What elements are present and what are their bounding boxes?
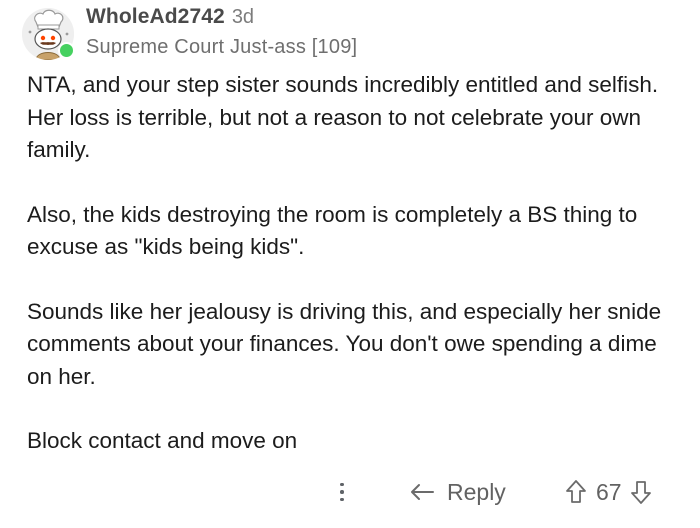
user-flair: Supreme Court Just-ass [109]	[86, 36, 358, 58]
comment-actions: Reply 67	[0, 472, 700, 512]
online-status-dot	[58, 42, 75, 59]
upvote-arrow-icon	[566, 480, 586, 503]
comment-body: NTA, and your step sister sounds incredi…	[27, 69, 687, 490]
comment-age: 3d	[231, 6, 255, 28]
comment-meta: WholeAd2742 3d Supreme Court Just-ass [1…	[86, 6, 357, 57]
reply-label: Reply	[447, 478, 506, 505]
username[interactable]: WholeAd2742	[86, 6, 225, 27]
avatar[interactable]	[22, 8, 75, 60]
comment-header: WholeAd2742 3d Supreme Court Just-ass [1…	[22, 6, 357, 66]
more-options-button[interactable]	[333, 478, 351, 506]
more-vertical-icon-dot	[340, 497, 344, 502]
meta-top-row: WholeAd2742 3d	[86, 6, 357, 32]
comment-paragraph: Also, the kids destroying the room is co…	[27, 201, 638, 260]
reply-button[interactable]: Reply	[409, 476, 506, 508]
reply-arrow-icon	[411, 484, 434, 500]
vote-controls: 67	[565, 476, 652, 508]
upvote-button[interactable]	[565, 479, 587, 505]
downvote-arrow-icon	[630, 481, 651, 504]
vote-count: 67	[596, 478, 622, 505]
comment-paragraph: NTA, and your step sister sounds incredi…	[27, 72, 659, 162]
more-vertical-icon	[340, 482, 344, 487]
comment: WholeAd2742 3d Supreme Court Just-ass [1…	[0, 0, 700, 528]
more-vertical-icon-dot	[340, 490, 344, 494]
comment-paragraph: Block contact and move on	[27, 428, 298, 453]
downvote-button[interactable]	[630, 479, 652, 505]
comment-paragraph: Sounds like her jealousy is driving this…	[27, 298, 662, 389]
